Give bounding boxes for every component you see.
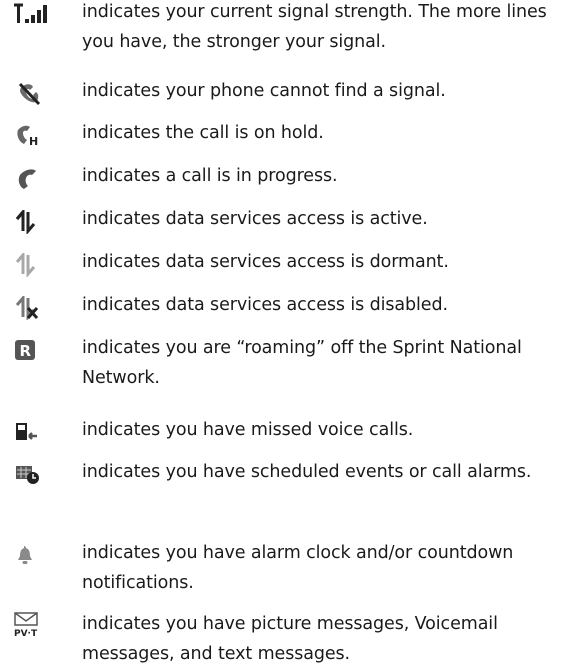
svg-text:PV·T: PV·T: [14, 629, 38, 638]
item-text: indicates your phone cannot find a signa…: [82, 81, 446, 101]
roaming-icon: R: [0, 339, 60, 363]
item-text: indicates you have picture messages, Voi…: [82, 614, 498, 664]
missed-call-icon: [0, 421, 60, 445]
call-on-hold-icon: H: [0, 124, 60, 148]
call-in-progress-icon: [0, 167, 60, 191]
data-disabled-icon: [0, 296, 60, 320]
item-text: indicates you are “roaming” off the Spri…: [82, 338, 522, 388]
svg-text:R: R: [20, 342, 32, 360]
no-signal-icon: [0, 82, 60, 106]
data-active-icon: [0, 210, 60, 234]
data-dormant-icon: [0, 253, 60, 277]
scheduled-event-icon: [0, 463, 60, 487]
item-text: indicates you have alarm clock and/or co…: [82, 543, 514, 593]
item-text: indicates the call is on hold.: [82, 123, 324, 143]
item-text: indicates data services access is dorman…: [82, 252, 449, 272]
messages-icon: PV·T: [0, 612, 60, 638]
item-text: indicates you have scheduled events or c…: [82, 462, 532, 482]
signal-strength-icon: [0, 3, 60, 27]
item-text: indicates your current signal strength. …: [82, 2, 547, 52]
alarm-bell-icon: [0, 544, 60, 568]
item-text: indicates data services access is active…: [82, 209, 428, 229]
svg-text:H: H: [29, 135, 38, 148]
item-text: indicates data services access is disabl…: [82, 295, 448, 315]
item-text: indicates a call is in progress.: [82, 166, 338, 186]
item-text: indicates you have missed voice calls.: [82, 420, 414, 440]
